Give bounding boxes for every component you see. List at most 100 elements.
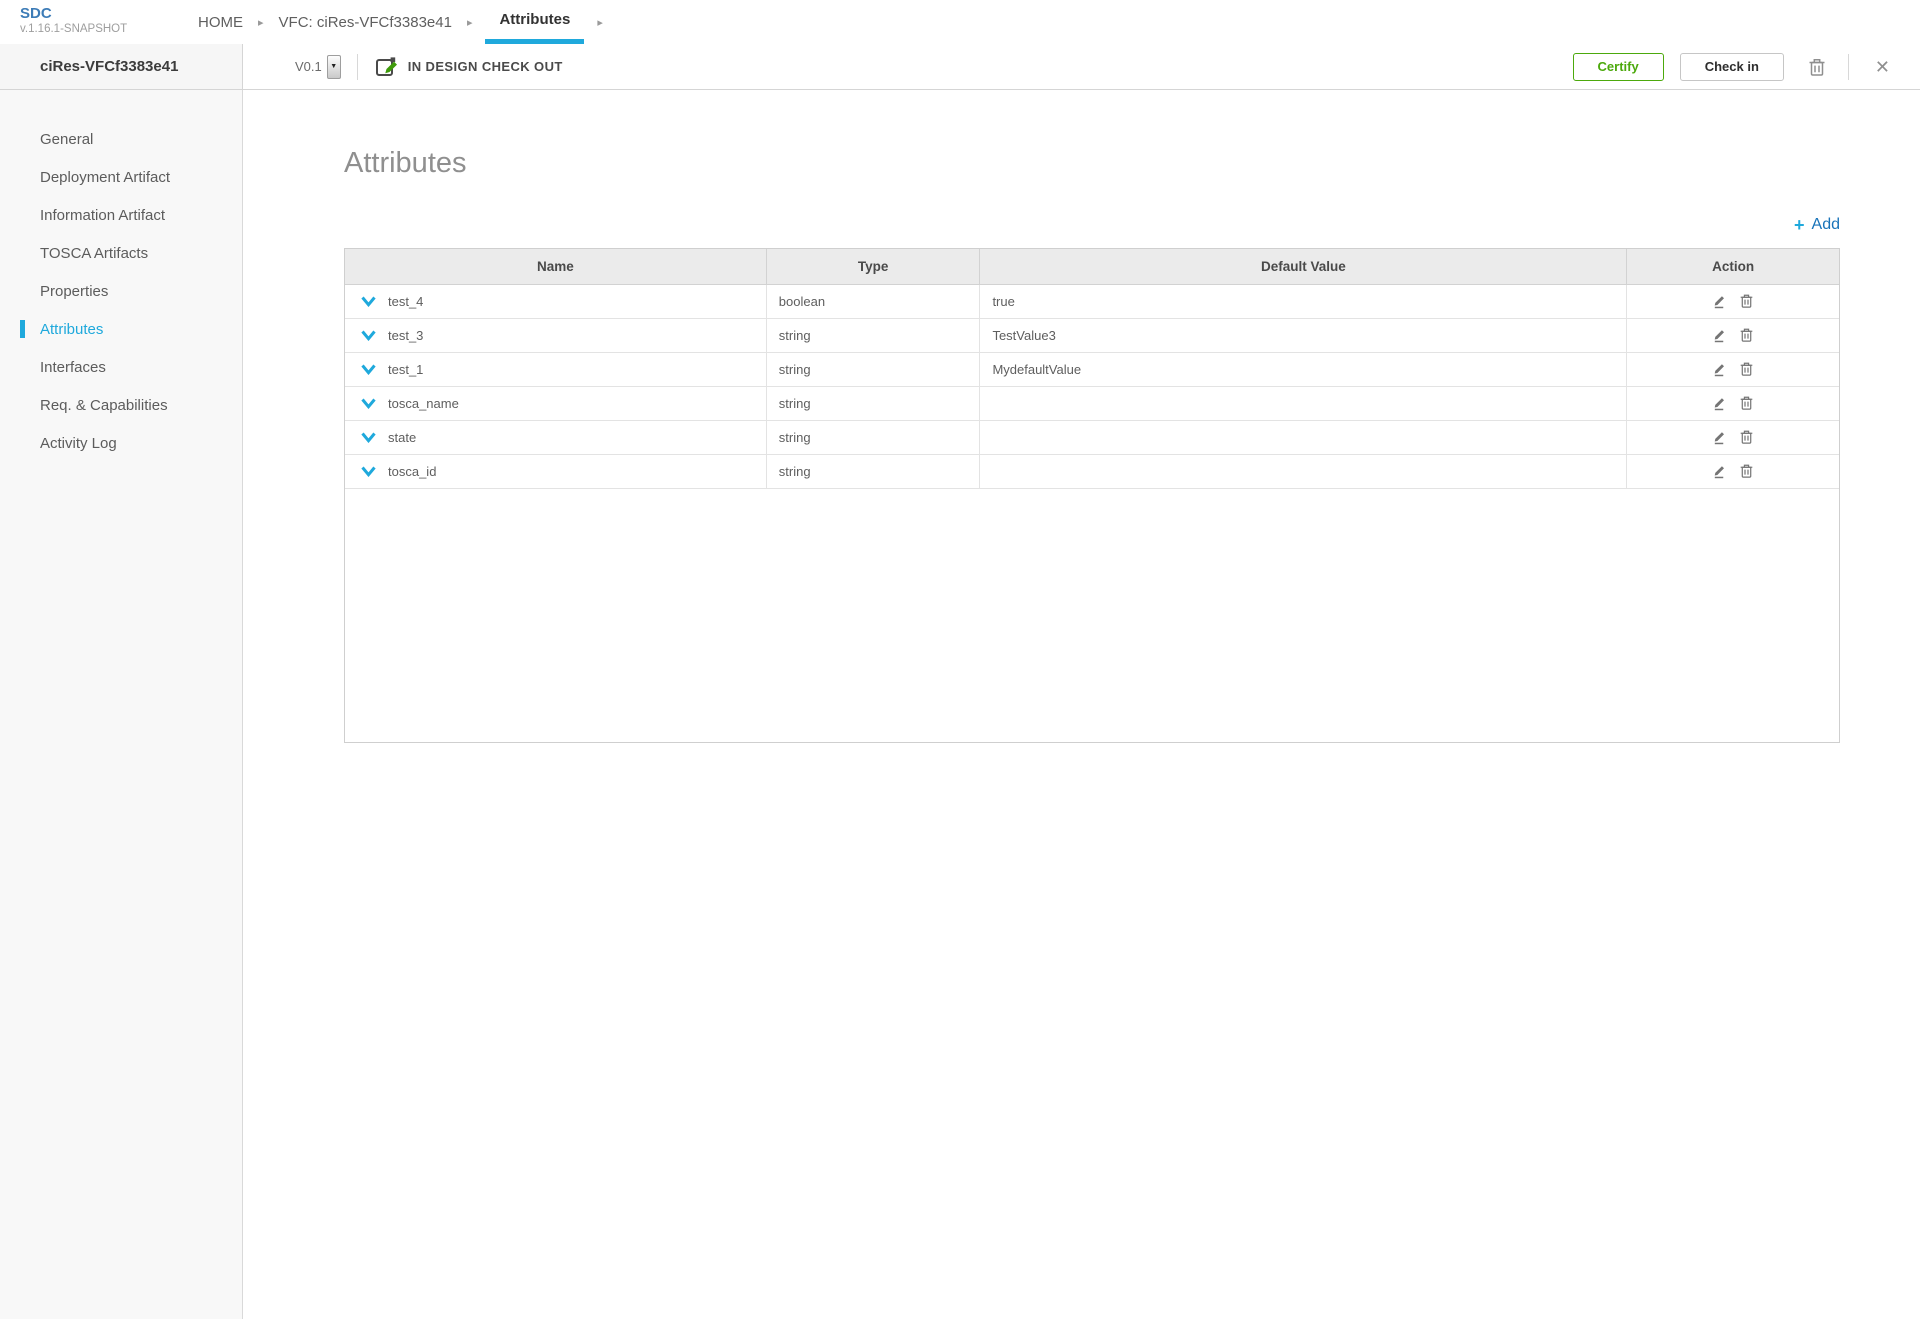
checkout-icon (374, 55, 398, 79)
app-logo: SDC v.1.16.1-SNAPSHOT (0, 0, 192, 44)
attribute-type: boolean (779, 294, 825, 309)
close-icon[interactable]: ✕ (1869, 54, 1896, 80)
sidebar-item-label: TOSCA Artifacts (40, 245, 148, 262)
sidebar-item-interfaces[interactable]: Interfaces (0, 348, 242, 386)
delete-icon[interactable] (1737, 325, 1756, 345)
plus-icon: + (1794, 217, 1805, 233)
breadcrumb-arrow-icon: ▸ (597, 0, 603, 44)
breadcrumb-item-vfc-cires-vfcf3383e41[interactable]: VFC: ciRes-VFCf3383e41 (277, 0, 454, 44)
sidebar-item-label: Properties (40, 283, 108, 300)
chevron-down-icon[interactable] (359, 430, 378, 445)
table-row: test_1 string MydefaultValue (345, 352, 1839, 386)
name-cell: tosca_id (345, 454, 766, 488)
default-value-cell (980, 420, 1627, 454)
table-row: test_3 string TestValue3 (345, 318, 1839, 352)
add-label: Add (1812, 216, 1840, 234)
sidebar: General Deployment Artifact Information … (0, 90, 243, 1319)
certify-button[interactable]: Certify (1573, 53, 1664, 81)
edit-icon[interactable] (1710, 461, 1729, 481)
name-cell: tosca_name (345, 386, 766, 420)
attribute-name: tosca_id (388, 464, 436, 479)
sidebar-item-req-capabilities[interactable]: Req. & Capabilities (0, 386, 242, 424)
action-cell (1627, 352, 1839, 386)
attribute-name: test_3 (388, 328, 423, 343)
action-cell (1627, 386, 1839, 420)
chevron-down-icon[interactable] (359, 362, 378, 377)
version-dropdown-icon[interactable]: ▼ (327, 55, 341, 79)
attribute-name: test_1 (388, 362, 423, 377)
edit-icon[interactable] (1710, 359, 1729, 379)
name-cell: test_1 (345, 352, 766, 386)
add-attribute-button[interactable]: + Add (1794, 216, 1840, 234)
entity-name: ciRes-VFCf3383e41 (0, 44, 243, 89)
chevron-down-icon[interactable] (359, 328, 378, 343)
sidebar-item-label: Information Artifact (40, 207, 165, 224)
page-title: Attributes (344, 146, 1840, 180)
column-header-action: Action (1627, 249, 1839, 284)
app-logo-title[interactable]: SDC (20, 5, 192, 22)
attribute-type: string (779, 396, 811, 411)
column-header-default-value: Default Value (980, 249, 1627, 284)
attribute-name: tosca_name (388, 396, 459, 411)
edit-icon[interactable] (1710, 291, 1729, 311)
sidebar-item-label: Interfaces (40, 359, 106, 376)
type-cell: string (766, 386, 980, 420)
edit-icon[interactable] (1710, 427, 1729, 447)
table-row: tosca_id string (345, 454, 1839, 488)
attribute-default-value: TestValue3 (992, 328, 1055, 343)
app-version: v.1.16.1-SNAPSHOT (20, 22, 192, 36)
breadcrumb-item-attributes[interactable]: Attributes (485, 0, 584, 44)
top-header: SDC v.1.16.1-SNAPSHOT HOME ▸ VFC: ciRes-… (0, 0, 1920, 44)
check-in-button[interactable]: Check in (1680, 53, 1784, 81)
breadcrumb: HOME ▸ VFC: ciRes-VFCf3383e41 ▸ Attribut… (192, 0, 612, 44)
breadcrumb-item-home[interactable]: HOME (196, 0, 245, 44)
sidebar-item-label: Attributes (40, 321, 103, 338)
attributes-table: Name Type Default Value Action test_4 bo… (345, 249, 1839, 489)
delete-icon[interactable] (1737, 427, 1756, 447)
delete-icon[interactable] (1737, 393, 1756, 413)
table-row: test_4 boolean true (345, 284, 1839, 318)
sidebar-item-attributes[interactable]: Attributes (0, 310, 242, 348)
attribute-default-value: true (992, 294, 1014, 309)
attribute-name: test_4 (388, 294, 423, 309)
table-actions: + Add (344, 216, 1840, 234)
sidebar-item-activity-log[interactable]: Activity Log (0, 424, 242, 462)
edit-icon[interactable] (1710, 325, 1729, 345)
name-cell: test_3 (345, 318, 766, 352)
action-cell (1627, 318, 1839, 352)
chevron-down-icon[interactable] (359, 294, 378, 309)
table-row: tosca_name string (345, 386, 1839, 420)
sidebar-item-properties[interactable]: Properties (0, 272, 242, 310)
name-cell: test_4 (345, 284, 766, 318)
default-value-cell (980, 386, 1627, 420)
sidebar-item-deployment-artifact[interactable]: Deployment Artifact (0, 158, 242, 196)
toolbar-row: ciRes-VFCf3383e41 V0.1 ▼ IN DESIGN CHECK… (0, 44, 1920, 90)
chevron-down-icon[interactable] (359, 464, 378, 479)
main-content: Attributes + Add Name Type Default Value… (243, 146, 1920, 743)
sidebar-item-tosca-artifacts[interactable]: TOSCA Artifacts (0, 234, 242, 272)
type-cell: string (766, 318, 980, 352)
delete-icon[interactable] (1737, 291, 1756, 311)
attribute-default-value: MydefaultValue (992, 362, 1081, 377)
default-value-cell: MydefaultValue (980, 352, 1627, 386)
attribute-type: string (779, 328, 811, 343)
type-cell: string (766, 454, 980, 488)
divider (357, 54, 358, 80)
delete-icon[interactable] (1737, 461, 1756, 481)
delete-icon[interactable] (1737, 359, 1756, 379)
sidebar-item-label: General (40, 131, 93, 148)
breadcrumb-arrow-icon: ▸ (467, 0, 473, 44)
sidebar-item-label: Deployment Artifact (40, 169, 170, 186)
edit-icon[interactable] (1710, 393, 1729, 413)
sidebar-item-general[interactable]: General (0, 120, 242, 158)
status-text: IN DESIGN CHECK OUT (408, 59, 563, 74)
sidebar-item-information-artifact[interactable]: Information Artifact (0, 196, 242, 234)
type-cell: string (766, 420, 980, 454)
action-cell (1627, 284, 1839, 318)
attributes-table-container: Name Type Default Value Action test_4 bo… (344, 248, 1840, 743)
chevron-down-icon[interactable] (359, 396, 378, 411)
name-cell: state (345, 420, 766, 454)
action-cell (1627, 420, 1839, 454)
toolbar: V0.1 ▼ IN DESIGN CHECK OUT Certify Check… (243, 44, 1920, 89)
delete-entity-icon[interactable] (1802, 53, 1832, 81)
